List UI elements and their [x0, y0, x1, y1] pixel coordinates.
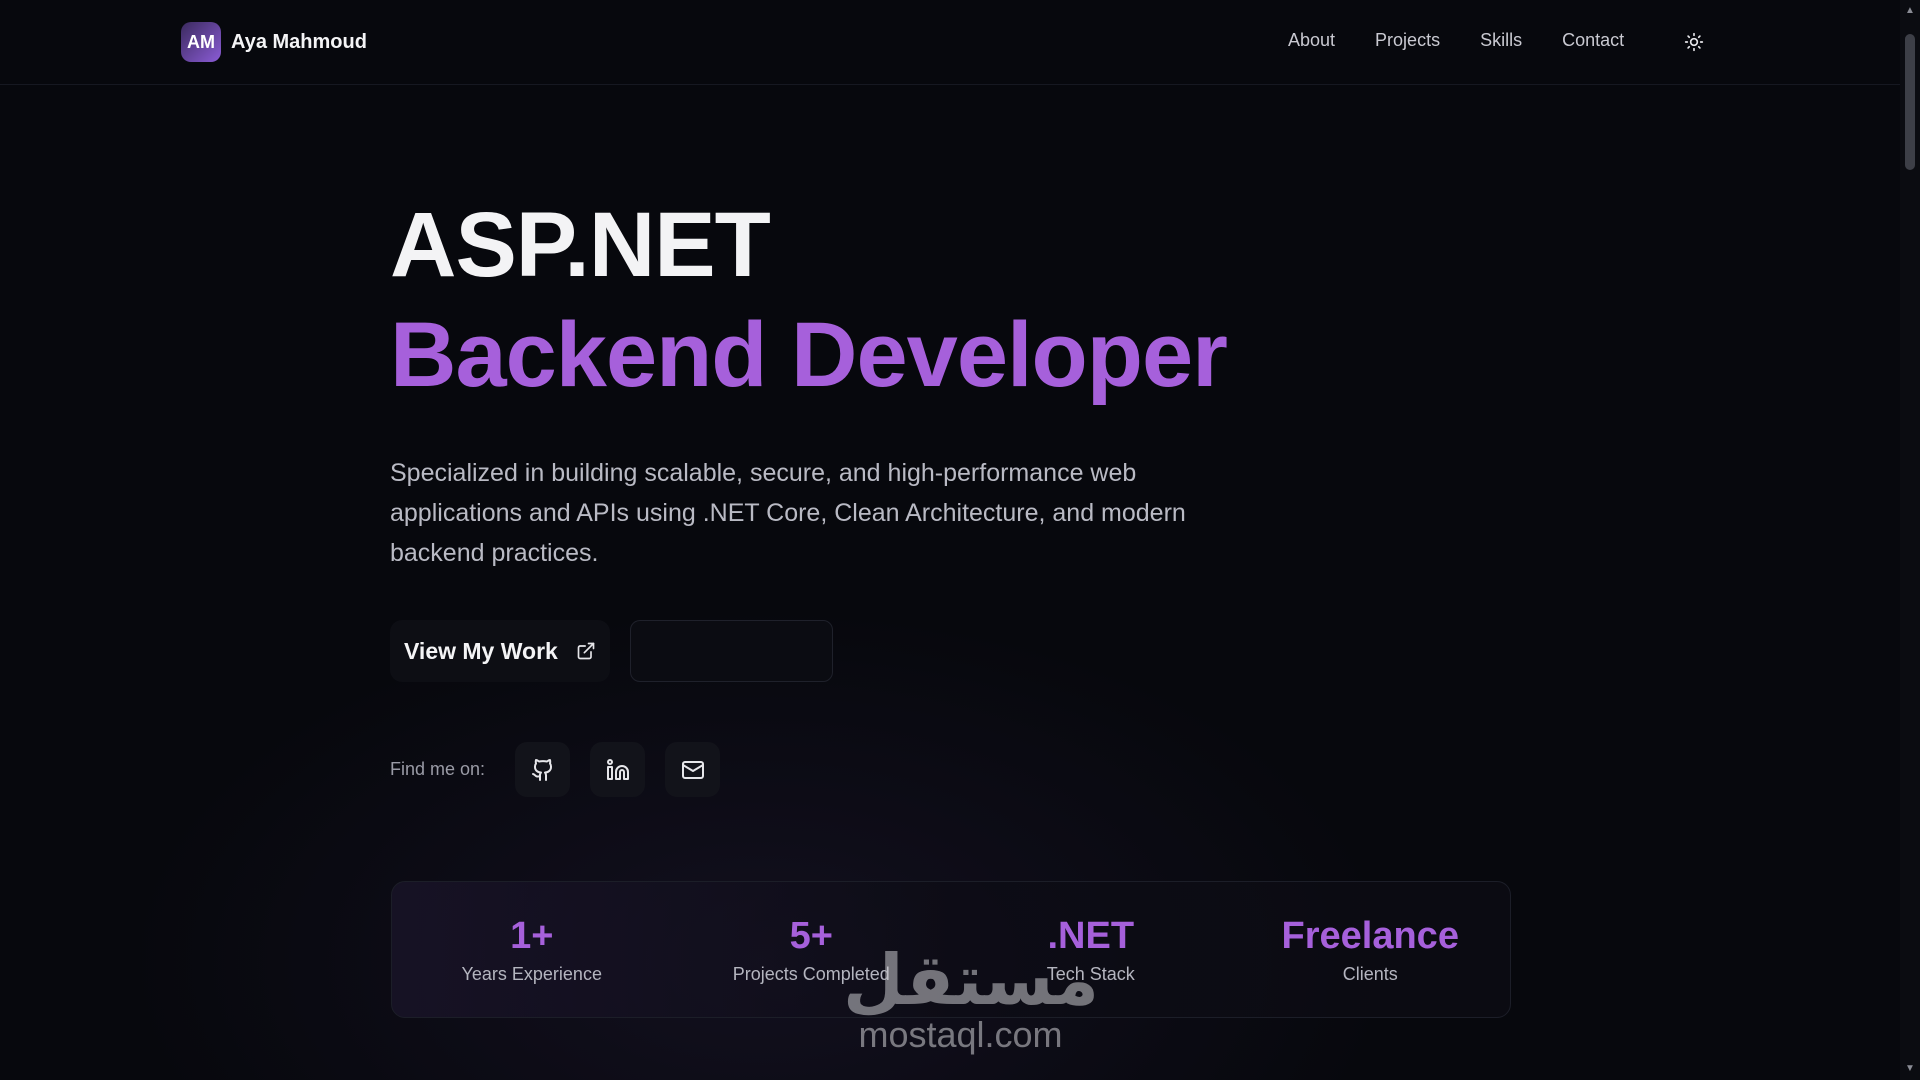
stat-value: 1+ [510, 915, 554, 957]
mail-icon [681, 760, 704, 779]
page: AM Aya Mahmoud About Projects Skills Con… [0, 0, 1920, 1080]
hero-actions: View My Work [390, 620, 1290, 682]
stats-panel: 1+ Years Experience 5+ Projects Complete… [391, 881, 1511, 1018]
nav-about[interactable]: About [1288, 30, 1335, 51]
stat-label: Tech Stack [1046, 964, 1135, 984]
view-my-work-button[interactable]: View My Work [390, 620, 610, 682]
find-me-label: Find me on: [390, 759, 486, 779]
github-icon [531, 758, 552, 781]
watermark-latin: mostaql.com [858, 1014, 1063, 1055]
view-my-work-label: View My Work [404, 637, 558, 664]
hero-title-line1: ASP.NET [390, 194, 771, 296]
stat-label: Years Experience [461, 964, 602, 984]
stat-years-experience: 1+ Years Experience [396, 914, 668, 985]
stat-label: Projects Completed [732, 964, 890, 984]
hero-description: Specialized in building scalable, secure… [390, 459, 1186, 567]
github-link[interactable] [515, 742, 571, 797]
social-links: Find me on: [390, 742, 1290, 797]
brand-name: Aya Mahmoud [231, 30, 367, 53]
brand-badge: AM [181, 22, 221, 62]
stat-projects-completed: 5+ Projects Completed [675, 914, 947, 985]
scroll-down-arrow-icon[interactable]: ▼ [1905, 1064, 1915, 1074]
sun-icon [1684, 32, 1704, 52]
email-link[interactable] [665, 742, 721, 797]
secondary-button[interactable] [629, 620, 833, 682]
stat-value: 5+ [789, 915, 833, 957]
scrollbar-thumb[interactable] [1905, 34, 1915, 170]
stat-value: .NET [1047, 915, 1135, 957]
nav-contact[interactable]: Contact [1562, 30, 1624, 51]
stat-tech-stack: .NET Tech Stack [955, 914, 1227, 985]
site-header: AM Aya Mahmoud About Projects Skills Con… [0, 0, 1900, 85]
brand-logo[interactable]: AM Aya Mahmoud [181, 22, 367, 62]
scroll-up-arrow-icon[interactable]: ▲ [1905, 6, 1915, 16]
linkedin-link[interactable] [590, 742, 646, 797]
stat-clients: Freelance Clients [1234, 914, 1506, 985]
hero-section: ASP.NET Backend Developer Specialized in… [390, 195, 1290, 797]
external-link-icon [577, 642, 595, 660]
theme-toggle-button[interactable] [1682, 30, 1706, 54]
stat-value: Freelance [1281, 915, 1459, 957]
hero-title-line2: Backend Developer [390, 304, 1228, 406]
vertical-scrollbar[interactable]: ▲ ▼ [1900, 0, 1920, 1080]
nav-projects[interactable]: Projects [1375, 30, 1440, 51]
main-nav: About Projects Skills Contact [1288, 30, 1664, 51]
linkedin-icon [606, 758, 629, 780]
stat-label: Clients [1342, 964, 1398, 984]
nav-skills[interactable]: Skills [1480, 30, 1522, 51]
